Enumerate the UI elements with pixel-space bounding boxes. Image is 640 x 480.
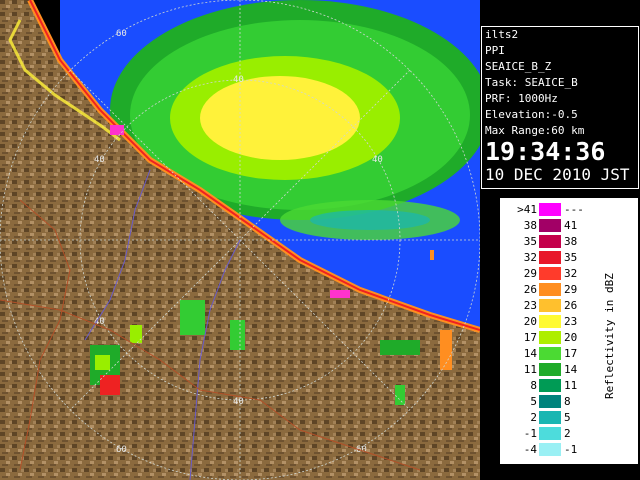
legend-color-swatch [539, 379, 561, 392]
legend-row: 35 38 [501, 234, 591, 249]
legend-low-value: 8 [530, 379, 537, 392]
legend-row: 32 35 [501, 250, 591, 265]
legend-low-value: 11 [523, 363, 537, 376]
legend-color-swatch [539, 299, 561, 312]
legend-row: 58 [501, 394, 591, 409]
echo-field-core [200, 76, 360, 160]
elevation-value: Elevation:-0.5 [485, 108, 578, 121]
legend-low-value: 20 [523, 315, 537, 328]
product-name: SEAICE_B_Z [485, 60, 552, 73]
range-label: 60 [116, 445, 127, 455]
legend-color-swatch [539, 395, 561, 408]
prf-value: PRF: 1000Hz [485, 92, 558, 105]
scan-mode: PPI [485, 44, 505, 57]
legend-row: 20 23 [501, 314, 591, 329]
range-label: 40 [94, 155, 105, 165]
legend-low-value: 38 [523, 219, 537, 232]
legend-color-swatch [539, 331, 561, 344]
legend-low-value: 26 [523, 283, 537, 296]
reflectivity-legend: >41 --- 38 41 35 38 32 35 29 32 26 29 23 26 20 23 17 20 14… [500, 198, 638, 464]
legend-row: -1 2 [501, 426, 591, 441]
radar-canvas: 60 40 40 40 40 40 60 60 [0, 0, 480, 480]
legend-low-value: 2 [530, 411, 537, 424]
legend-low-value: >41 [517, 203, 537, 216]
legend-low-value: 23 [523, 299, 537, 312]
legend-row: 11 14 [501, 362, 591, 377]
legend-color-swatch [539, 443, 561, 456]
legend-color-swatch [539, 411, 561, 424]
legend-color-swatch [539, 315, 561, 328]
range-label: 60 [116, 29, 127, 39]
legend-color-swatch [539, 267, 561, 280]
legend-row: >41 --- [501, 202, 591, 217]
range-label: 40 [233, 75, 244, 85]
range-label: 40 [372, 155, 383, 165]
legend-row: 23 26 [501, 298, 591, 313]
legend-row: 25 [501, 410, 591, 425]
legend-row: 14 17 [501, 346, 591, 361]
legend-row: 17 20 [501, 330, 591, 345]
legend-color-swatch [539, 363, 561, 376]
range-label: 40 [233, 397, 244, 407]
legend-color-swatch [539, 347, 561, 360]
legend-color-swatch [539, 235, 561, 248]
legend-low-value: 29 [523, 267, 537, 280]
legend-low-value: 17 [523, 331, 537, 344]
legend-color-swatch [539, 427, 561, 440]
legend-color-swatch [539, 203, 561, 216]
legend-low-value: -4 [523, 443, 537, 456]
legend-row: 26 29 [501, 282, 591, 297]
site-name: ilts2 [485, 28, 519, 41]
legend-color-swatch [539, 251, 561, 264]
scan-date: 10 DEC 2010 JST [485, 165, 630, 184]
legend-title: Reflectivity in dBZ [603, 273, 616, 399]
scan-time: 19:34:36 [485, 137, 606, 166]
legend-color-swatch [539, 219, 561, 232]
legend-low-value: 32 [523, 251, 537, 264]
radar-ppi-display[interactable]: 60 40 40 40 40 40 60 60 [0, 0, 480, 480]
legend-low-value: -1 [523, 427, 537, 440]
legend-row: 38 41 [501, 218, 591, 233]
info-panel: ilts2 PPI SEAICE_B_Z Task: SEAICE_B PRF:… [481, 26, 639, 189]
task-name: Task: SEAICE_B [485, 76, 578, 89]
legend-row: -4 -1 [501, 442, 591, 457]
legend-low-value: 5 [530, 395, 537, 408]
legend-color-swatch [539, 283, 561, 296]
legend-low-value: 14 [523, 347, 537, 360]
legend-low-value: 35 [523, 235, 537, 248]
legend-row: 8 11 [501, 378, 591, 393]
legend-title-area: Reflectivity in dBZ [603, 273, 616, 399]
legend-row: 29 32 [501, 266, 591, 281]
